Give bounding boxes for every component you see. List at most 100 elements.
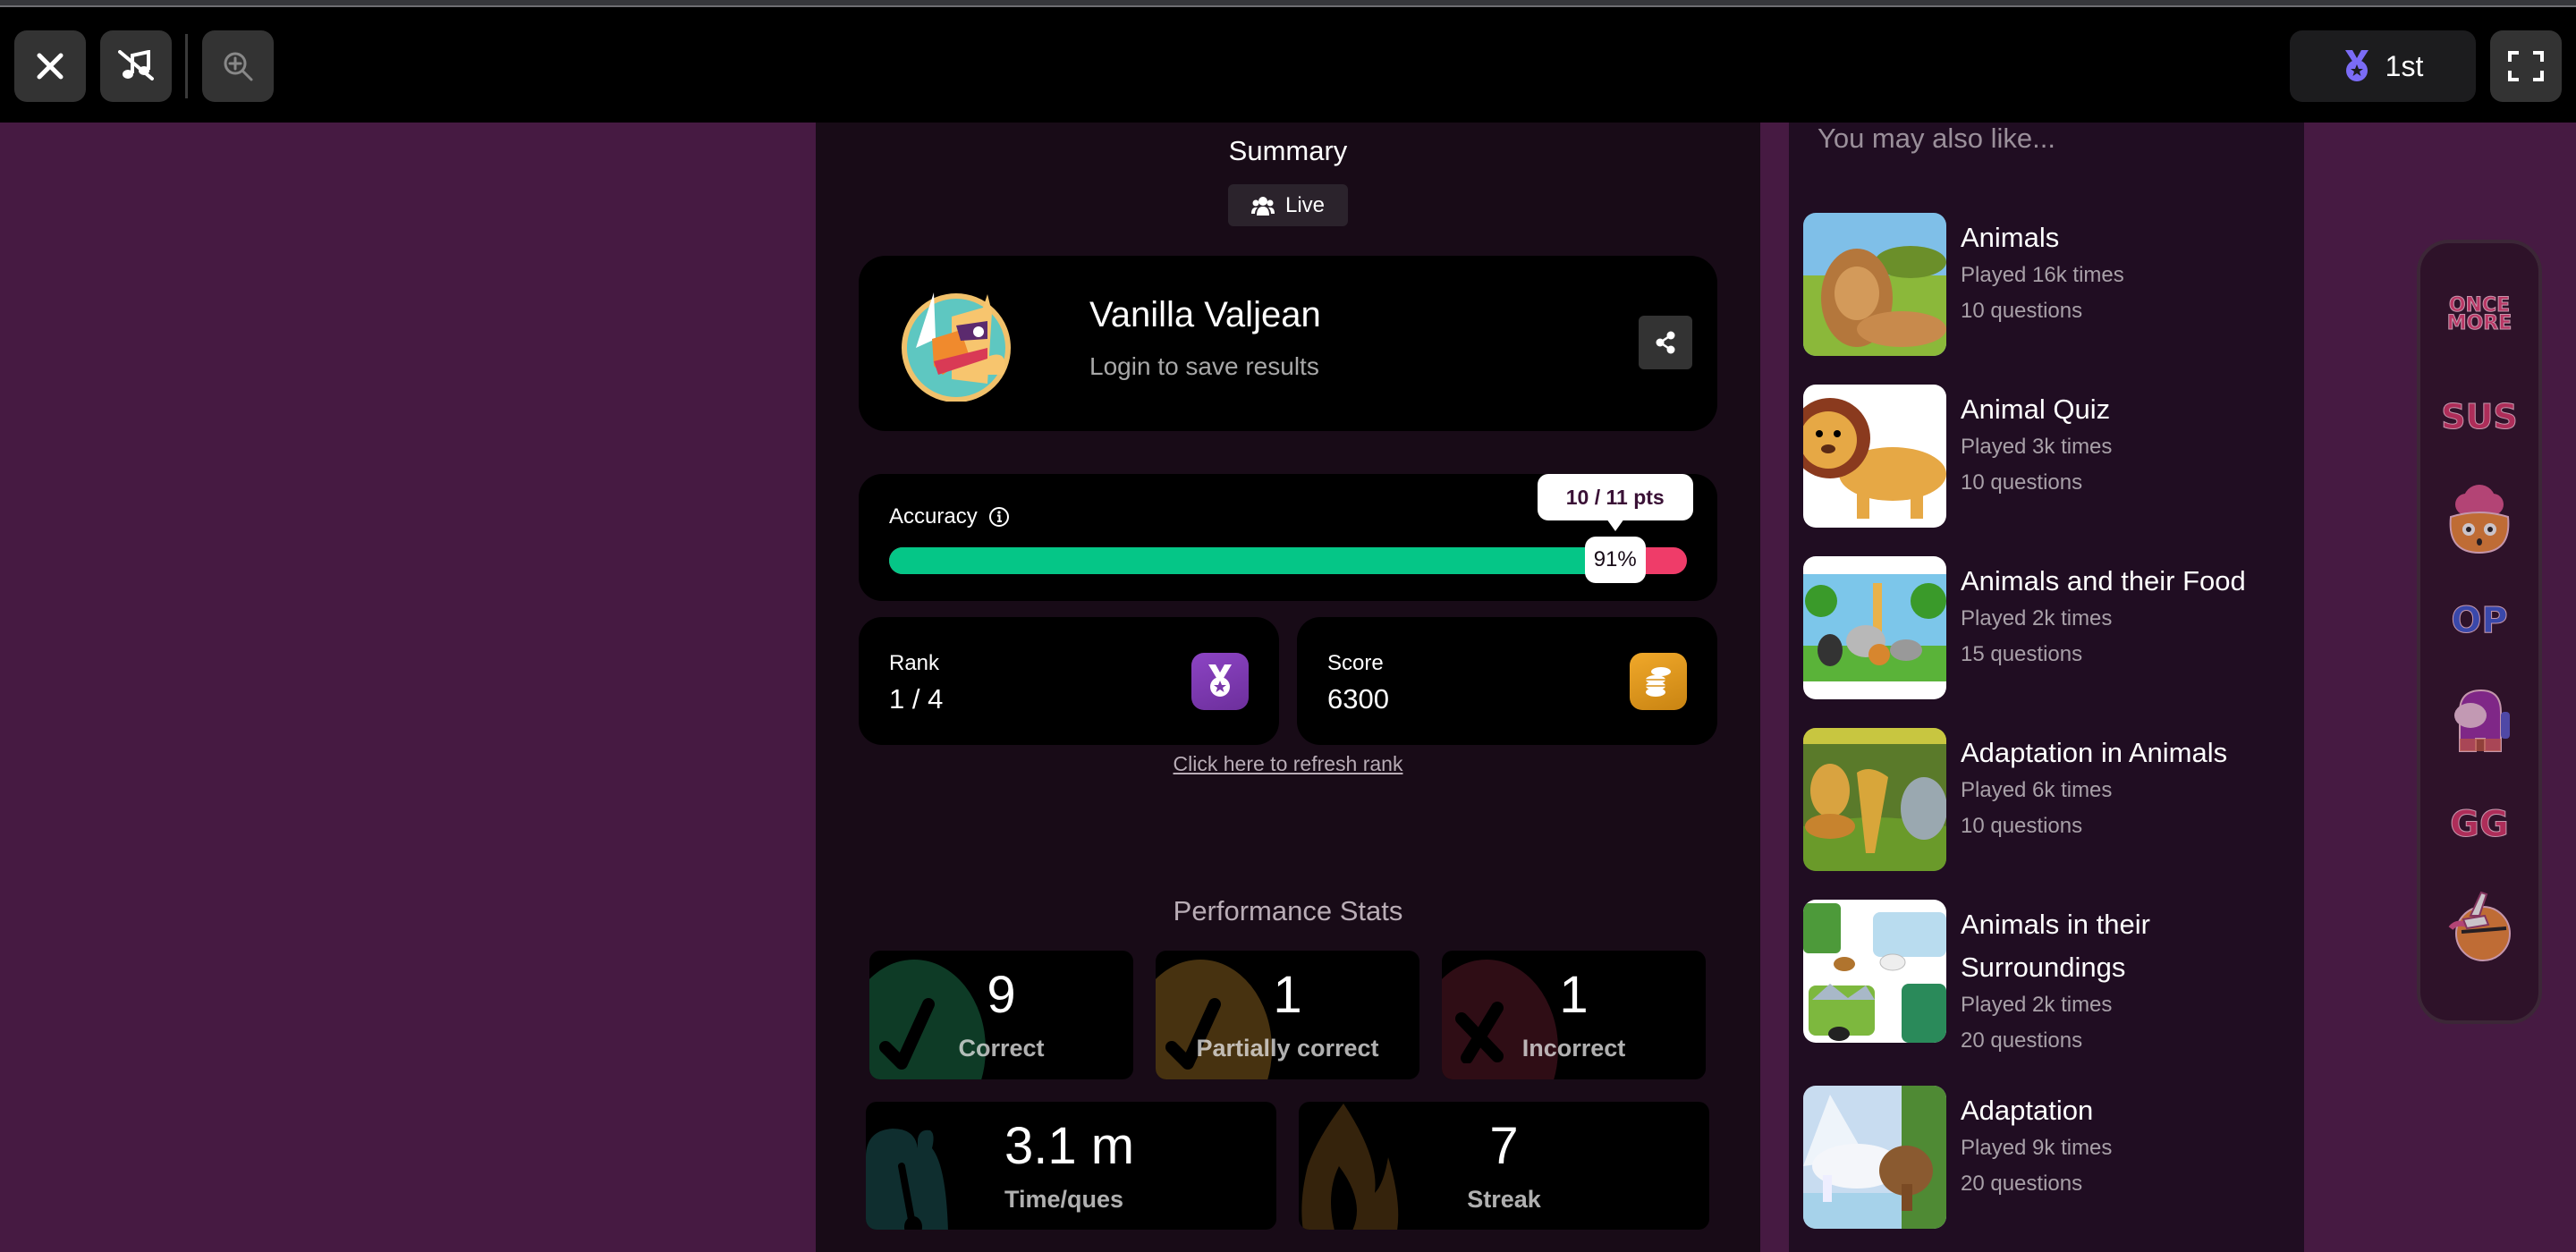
quiz-thumbnail <box>1803 213 1946 356</box>
quiz-thumbnail <box>1803 728 1946 871</box>
zoom-in-button[interactable] <box>202 30 274 102</box>
rank-label: Rank <box>889 651 940 675</box>
quiz-thumbnail <box>1803 385 1946 528</box>
stat-incorrect-card: 1 Incorrect <box>1442 951 1706 1079</box>
recommendation-questions: 10 questions <box>1961 470 2083 495</box>
stat-correct-value: 9 <box>987 966 1016 1024</box>
coins-icon <box>1646 667 1671 697</box>
recommendations-title: You may also like... <box>1818 123 2055 154</box>
accuracy-progress-fill <box>889 547 1615 574</box>
score-icon-badge <box>1630 653 1687 710</box>
recommendation-name: Animals in their Surroundings <box>1961 909 2150 983</box>
gg-sticker[interactable]: GG <box>2436 787 2522 862</box>
reaction-sticker-bar: ONCE MORE SUS OP GG <box>2417 240 2542 1024</box>
recommendation-questions: 20 questions <box>1961 1028 2083 1053</box>
recommendations-panel: You may also like... Animals Played 16k … <box>1789 123 2304 1252</box>
info-icon[interactable] <box>988 506 1010 528</box>
stat-incorrect-label: Incorrect <box>1521 1035 1626 1062</box>
stat-time-card: 3.1 m Time/ques <box>866 1102 1276 1230</box>
music-off-icon <box>118 50 154 80</box>
rank-icon-badge <box>1191 653 1249 710</box>
op-sticker[interactable]: OP <box>2436 583 2522 658</box>
recommendation-name: Adaptation <box>1961 1095 2094 1126</box>
stat-streak-card: 7 Streak <box>1299 1102 1709 1230</box>
top-bar: 1st <box>0 7 2576 123</box>
rank-card: Rank 1 / 4 <box>859 617 1279 745</box>
performance-stats-title: Performance Stats <box>1173 895 1403 926</box>
avatar <box>902 292 1011 402</box>
once-more-sticker[interactable]: ONCE MORE <box>2436 277 2522 352</box>
refresh-rank-link[interactable]: Click here to refresh rank <box>816 752 1760 776</box>
summary-title: Summary <box>1228 135 1348 166</box>
score-card: Score 6300 <box>1297 617 1717 745</box>
rank-position-badge: 1st <box>2290 30 2476 102</box>
recommendation-questions: 20 questions <box>1961 1172 2083 1196</box>
browser-chrome-strip <box>0 0 2576 7</box>
fullscreen-button[interactable] <box>2490 30 2562 102</box>
quiz-thumbnail <box>1803 1086 1946 1229</box>
summary-panel: Summary Live Vanilla Valjean Login to sa… <box>816 123 1760 1252</box>
game-mode-label: Live <box>1284 192 1326 217</box>
fullscreen-icon <box>2508 51 2544 81</box>
medal-icon <box>2344 50 2368 81</box>
medal-icon <box>1208 664 1232 697</box>
recommendation-questions: 15 questions <box>1961 642 2083 666</box>
quiz-thumbnail <box>1803 900 1946 1043</box>
stopwatch-icon <box>866 1129 948 1230</box>
recommendation-questions: 10 questions <box>1961 814 2083 838</box>
recommendation-played: Played 9k times <box>1961 1136 2113 1160</box>
loser-sticker[interactable] <box>2436 889 2522 964</box>
toolbar-divider <box>185 34 188 98</box>
stat-time-label: Time/ques <box>1004 1186 1124 1213</box>
close-button[interactable] <box>14 30 86 102</box>
zoom-in-icon <box>224 52 253 81</box>
close-icon <box>37 53 64 80</box>
crewmate-icon <box>2454 689 2510 752</box>
recommendation-item[interactable]: Adaptation in Animals Played 6k times 10… <box>1803 728 2286 871</box>
quiz-thumbnail <box>1803 556 1946 699</box>
login-prompt[interactable]: Login to save results <box>1089 352 1319 381</box>
users-icon <box>1250 196 1275 216</box>
stat-partial-label: Partially correct <box>1196 1035 1379 1062</box>
stat-partial-card: 1 Partially correct <box>1156 951 1419 1079</box>
mind-blown-icon <box>2449 485 2510 554</box>
stat-time-value: 3.1 m <box>1004 1117 1135 1175</box>
recommendation-played: Played 3k times <box>1961 435 2113 459</box>
player-name: Vanilla Valjean <box>1089 295 1321 334</box>
mind-blown-sticker[interactable] <box>2436 481 2522 556</box>
recommendation-name: Adaptation in Animals <box>1961 737 2228 768</box>
accuracy-card: Accuracy 10 / 11 pts 91% <box>859 474 1717 601</box>
stat-correct-label: Correct <box>958 1035 1045 1062</box>
mute-music-button[interactable] <box>100 30 172 102</box>
rank-value: 1 / 4 <box>889 683 944 715</box>
recommendation-questions: 10 questions <box>1961 299 2083 323</box>
score-label: Score <box>1327 651 1384 675</box>
recommendation-played: Played 6k times <box>1961 778 2113 802</box>
recommendation-played: Played 2k times <box>1961 606 2113 630</box>
recommendation-name: Animals <box>1961 222 2060 253</box>
accuracy-label: Accuracy <box>889 504 978 529</box>
sus-sticker[interactable]: SUS <box>2436 379 2522 454</box>
score-value: 6300 <box>1327 683 1389 715</box>
stat-streak-value: 7 <box>1489 1117 1519 1175</box>
share-button[interactable] <box>1639 316 1692 369</box>
accuracy-label-group: Accuracy <box>889 504 1010 529</box>
recommendation-item[interactable]: Adaptation Played 9k times 20 questions <box>1803 1086 2286 1229</box>
share-icon <box>1656 331 1675 354</box>
accuracy-percent-marker: 91% <box>1584 537 1646 583</box>
crewmate-sticker[interactable] <box>2436 685 2522 760</box>
recommendation-item[interactable]: Animals in their Surroundings Played 2k … <box>1803 900 2286 1079</box>
game-mode-badge: Live <box>1228 184 1348 226</box>
player-profile-card: Vanilla Valjean Login to save results <box>859 256 1717 431</box>
stat-correct-card: 9 Correct <box>869 951 1133 1079</box>
recommendation-played: Played 2k times <box>1961 993 2113 1017</box>
accuracy-progress-bar <box>889 547 1687 574</box>
recommendation-item[interactable]: Animals and their Food Played 2k times 1… <box>1803 556 2286 699</box>
recommendation-item[interactable]: Animals Played 16k times 10 questions <box>1803 213 2286 356</box>
recommendation-name: Animal Quiz <box>1961 393 2111 425</box>
loser-hand-icon <box>2448 891 2511 961</box>
recommendation-item[interactable]: Animal Quiz Played 3k times 10 questions <box>1803 385 2286 528</box>
recommendation-name: Animals and their Food <box>1961 565 2246 596</box>
stat-incorrect-value: 1 <box>1559 966 1589 1024</box>
stat-partial-value: 1 <box>1273 966 1302 1024</box>
